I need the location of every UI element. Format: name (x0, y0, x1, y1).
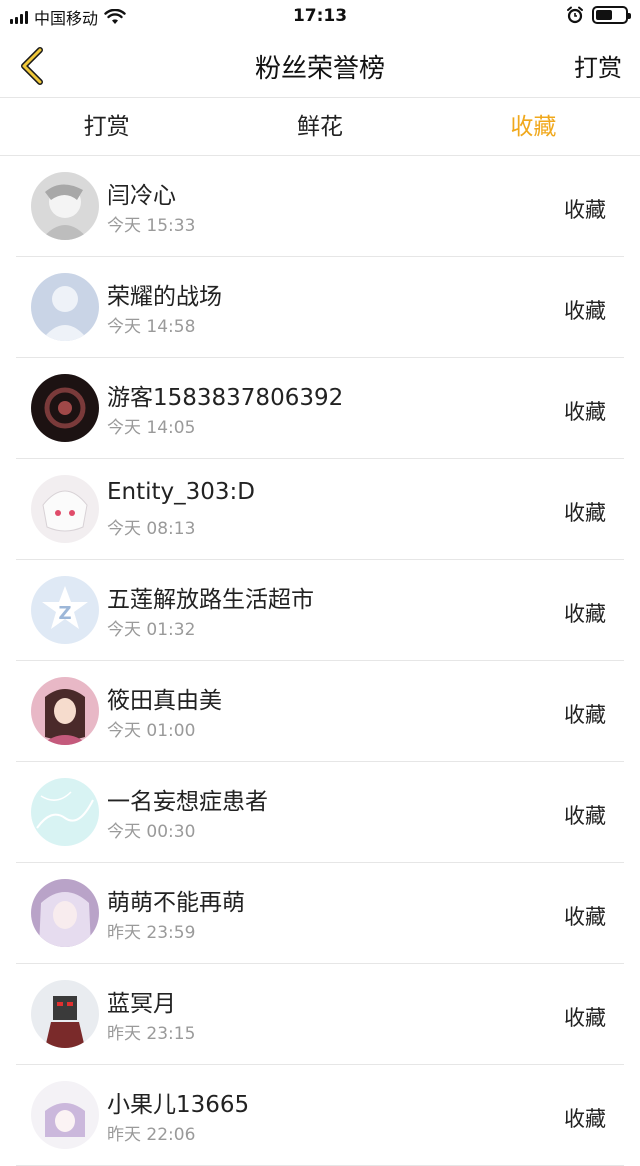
list-item[interactable]: 一名妄想症患者 今天 00:30 收藏 (16, 762, 624, 863)
action-type: 收藏 (564, 1006, 606, 1030)
nav-bar: 粉丝荣誉榜 打赏 (0, 36, 640, 98)
fan-time: 昨天 23:59 (107, 923, 196, 943)
fan-name: 五莲解放路生活超市 (107, 587, 314, 613)
action-type: 收藏 (564, 1107, 606, 1131)
reward-button[interactable]: 打赏 (574, 48, 622, 83)
action-type: 收藏 (564, 602, 606, 626)
list-item[interactable]: 萌萌不能再萌 昨天 23:59 收藏 (16, 863, 624, 964)
list-item[interactable]: 闫冷心 今天 15:33 收藏 (16, 156, 624, 257)
avatar (31, 778, 99, 846)
fan-time: 今天 08:13 (107, 519, 196, 539)
action-type: 收藏 (564, 905, 606, 929)
fan-name: 一名妄想症患者 (107, 789, 268, 815)
fan-name: 萌萌不能再萌 (107, 890, 245, 916)
fan-time: 昨天 22:06 (107, 1125, 196, 1145)
tab-bar: 打赏 鲜花 收藏 (0, 98, 640, 156)
avatar (31, 879, 99, 947)
action-type: 收藏 (564, 804, 606, 828)
action-type: 收藏 (564, 400, 606, 424)
avatar (31, 980, 99, 1048)
list-item[interactable]: 筱田真由美 今天 01:00 收藏 (16, 661, 624, 762)
list-item[interactable]: Z 五莲解放路生活超市 今天 01:32 收藏 (16, 560, 624, 661)
tab-favorites[interactable]: 收藏 (427, 98, 640, 155)
fan-time: 今天 14:05 (107, 418, 196, 438)
list-item[interactable]: 荣耀的战场 今天 14:58 收藏 (16, 257, 624, 358)
avatar (31, 677, 99, 745)
fan-name: 蓝冥月 (107, 991, 176, 1017)
status-bar: 中国移动 17:13 (0, 0, 640, 36)
status-time: 17:13 (292, 6, 348, 26)
tab-flowers[interactable]: 鲜花 (213, 98, 426, 155)
action-type: 收藏 (564, 501, 606, 525)
list-item[interactable]: 小果儿13665 昨天 22:06 收藏 (16, 1065, 624, 1166)
battery-icon (592, 6, 631, 24)
fan-time: 今天 14:58 (107, 317, 196, 337)
fan-name: 闫冷心 (107, 183, 176, 209)
avatar (31, 1081, 99, 1149)
fan-name: 游客1583837806392 (107, 385, 344, 411)
action-type: 收藏 (564, 703, 606, 727)
status-right (566, 6, 631, 24)
list-item[interactable]: Entity_303:D 今天 08:13 收藏 (16, 459, 624, 560)
fan-list: 闫冷心 今天 15:33 收藏 荣耀的战场 今天 14:58 收藏 游客1583… (0, 156, 640, 1166)
fan-time: 昨天 23:15 (107, 1024, 196, 1044)
fan-time: 今天 01:32 (107, 620, 196, 640)
fan-time: 今天 01:00 (107, 721, 196, 741)
fan-time: 今天 00:30 (107, 822, 196, 842)
svg-text:Z: Z (58, 603, 71, 624)
fan-name: 筱田真由美 (107, 688, 222, 714)
tab-reward[interactable]: 打赏 (0, 98, 213, 155)
avatar: Z (31, 576, 99, 644)
avatar (31, 374, 99, 442)
fan-name: Entity_303:D (107, 479, 256, 505)
avatar (31, 172, 99, 240)
fan-name: 小果儿13665 (107, 1092, 250, 1118)
action-type: 收藏 (564, 299, 606, 323)
alarm-icon (567, 6, 583, 24)
list-item[interactable]: 游客1583837806392 今天 14:05 收藏 (16, 358, 624, 459)
fan-name: 荣耀的战场 (107, 284, 222, 310)
list-item[interactable]: 蓝冥月 昨天 23:15 收藏 (16, 964, 624, 1065)
avatar (31, 475, 99, 543)
action-type: 收藏 (564, 198, 606, 222)
avatar (31, 273, 99, 341)
fan-time: 今天 15:33 (107, 216, 196, 236)
page-title: 粉丝荣誉榜 (254, 54, 385, 84)
